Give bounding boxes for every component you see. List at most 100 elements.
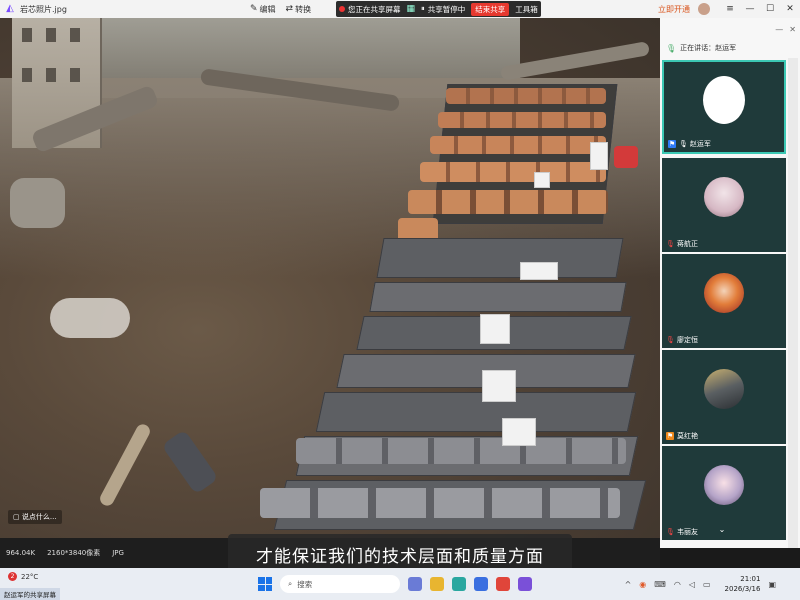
sharing-indicator: 您正在共享屏幕 — [339, 4, 401, 15]
participant-tile[interactable]: ⚑ 莫红艳 — [662, 350, 786, 444]
chat-hint[interactable]: ▢ 说点什么... — [8, 510, 62, 524]
convert-icon: ⇄ — [285, 4, 294, 14]
user-avatar[interactable] — [698, 3, 710, 15]
edit-button[interactable]: ✎ 编辑 — [250, 4, 276, 15]
wps-icon[interactable] — [496, 577, 510, 591]
photo-file-size: 964.04K — [6, 549, 36, 557]
mic-muted-icon: 🎙 — [666, 528, 675, 536]
photo-format: JPG — [112, 549, 124, 557]
pause-icon: ⏸ — [421, 4, 425, 13]
participant-tile[interactable]: 🎙 廖定恒 — [662, 254, 786, 348]
maximize-icon[interactable]: ☐ — [760, 4, 780, 14]
upgrade-button[interactable]: 立即开通 — [658, 4, 690, 15]
wifi-icon[interactable]: ◠ — [674, 580, 681, 589]
tray-app-icon[interactable]: ◉ — [639, 580, 646, 589]
weather-widget[interactable]: 2 22°C — [8, 572, 38, 581]
core-row — [446, 88, 606, 104]
search-icon: ⌕ — [288, 579, 293, 588]
participant-name-row: 🎙 廖定恒 — [666, 335, 698, 345]
sample-tag — [482, 370, 516, 402]
participant-avatar — [703, 75, 745, 124]
collapse-participants-button[interactable]: ⌄ — [702, 524, 742, 536]
sidebar-controls: — ✕ — [660, 18, 800, 40]
sample-tag — [520, 262, 558, 280]
clock-date: 2026/3/16 — [724, 585, 761, 593]
battery-icon[interactable]: ▭ — [703, 580, 711, 589]
titlebar-right: 立即开通 ≡ — ☐ ✕ — [658, 0, 800, 18]
edit-label: 编辑 — [259, 4, 276, 14]
core-sample-photo: ▢ 说点什么... — [0, 18, 660, 538]
notification-badge: 2 — [8, 572, 17, 581]
sidebar-scrollbar[interactable] — [788, 58, 798, 548]
task-view-icon[interactable] — [408, 577, 422, 591]
participant-name-row: 🎙 韦丽友 — [666, 527, 698, 537]
participant-sidebar: — ✕ 🎙 正在讲话：赵运军 ⚑ 🎙 赵运军 🎙 蒋航正 🎙 廖定恒 ⚑ 莫红艳… — [660, 18, 800, 548]
participant-name: 赵运军 — [689, 140, 711, 148]
participant-name: 韦丽友 — [677, 528, 698, 536]
recording-dot-icon — [339, 6, 345, 12]
mic-muted-icon: 🎙 — [666, 240, 675, 248]
participant-tile[interactable]: ⚑ 🎙 赵运军 — [662, 60, 786, 154]
participant-tile[interactable]: 🎙 蒋航正 — [662, 158, 786, 252]
shared-screen-label: 赵运军的共享屏幕 — [0, 588, 60, 600]
core-tray — [315, 392, 637, 432]
core-row — [420, 162, 606, 182]
edit-icon: ✎ — [250, 4, 258, 14]
taskbar-search[interactable]: ⌕ 搜索 — [280, 575, 400, 593]
meeting-app-icon[interactable]: ▦ — [407, 4, 416, 14]
share-pause-status[interactable]: ⏸ 共享暂停中 — [421, 4, 465, 15]
meeting-app-taskbar-icon[interactable] — [474, 577, 488, 591]
clock-time: 21:01 — [740, 575, 761, 583]
sidebar-close-icon[interactable]: ✕ — [789, 25, 796, 34]
core-row — [438, 112, 606, 128]
chevron-down-icon: ⌄ — [718, 525, 726, 534]
edge-icon[interactable] — [452, 577, 466, 591]
share-status-label: 共享暂停中 — [427, 4, 466, 14]
sample-tag — [502, 418, 536, 446]
windows-taskbar: 2 22°C 赵运军的共享屏幕 ⌕ 搜索 ^ ◉ ⌨ ◠ ◁ ▭ 21:01 2… — [0, 568, 800, 600]
search-placeholder: 搜索 — [297, 579, 313, 589]
tray-chevron-icon[interactable]: ^ — [625, 580, 632, 589]
core-row — [260, 488, 620, 518]
participant-name-row: ⚑ 莫红艳 — [666, 431, 698, 441]
sharing-label: 您正在共享屏幕 — [348, 4, 401, 14]
core-row — [430, 136, 606, 154]
participant-avatar — [704, 273, 744, 314]
pinned-apps — [408, 577, 540, 591]
notifications-icon[interactable]: ▣ — [768, 580, 776, 589]
taskbar-clock[interactable]: 21:01 2026/3/16 — [725, 574, 761, 594]
core-tray — [376, 238, 624, 278]
photo-log — [499, 41, 651, 81]
temperature: 22°C — [21, 572, 39, 581]
convert-label: 转换 — [295, 4, 312, 14]
screen: ◭ 岩芯照片.jpg ✎ 编辑 ⇄ 转换 您正在共享屏幕 ▦ ⏸ 共享暂停中 结… — [0, 0, 800, 600]
menu-icon[interactable]: ≡ — [720, 4, 740, 14]
mic-icon: 🎙 — [679, 140, 688, 148]
cohost-icon: ⚑ — [666, 432, 674, 440]
volume-icon[interactable]: ◁ — [689, 580, 695, 589]
start-icon[interactable] — [258, 577, 272, 591]
file-title: 岩芯照片.jpg — [20, 4, 67, 14]
participant-name-row: ⚑ 🎙 赵运军 — [668, 139, 711, 149]
photo-stick — [97, 421, 153, 509]
participant-name-row: 🎙 蒋航正 — [666, 239, 698, 249]
mic-muted-icon: 🎙 — [666, 336, 675, 344]
file-explorer-icon[interactable] — [430, 577, 444, 591]
convert-button[interactable]: ⇄ 转换 — [286, 4, 312, 15]
core-row — [296, 438, 626, 464]
participant-avatar — [704, 369, 744, 410]
photo-red-bag — [614, 146, 638, 168]
speaking-mic-icon: 🎙 — [666, 43, 677, 53]
toolbox-button[interactable]: 工具箱 — [515, 4, 538, 15]
keyboard-icon[interactable]: ⌨ — [654, 580, 666, 589]
stop-share-button[interactable]: 结束共享 — [471, 2, 510, 16]
minimize-icon[interactable]: — — [740, 4, 760, 14]
photo-debris — [50, 298, 130, 338]
chat-icon: ▢ — [13, 513, 22, 521]
sidebar-minimize-icon[interactable]: — — [775, 25, 783, 34]
image-viewer-taskbar-icon[interactable] — [518, 577, 532, 591]
photo-core-piece — [161, 429, 219, 495]
system-tray: ^ ◉ ⌨ ◠ ◁ ▭ 21:01 2026/3/16 ▣ — [625, 574, 784, 594]
close-icon[interactable]: ✕ — [780, 4, 800, 14]
core-tray — [369, 282, 627, 312]
